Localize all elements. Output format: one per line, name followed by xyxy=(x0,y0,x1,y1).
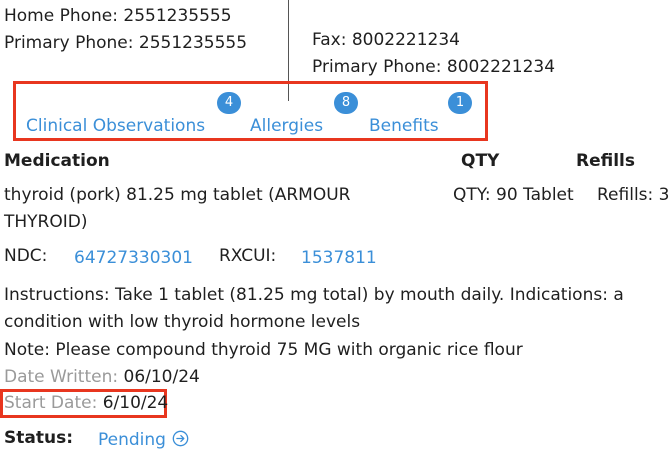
date-written-label: Date Written: xyxy=(4,367,119,387)
arrow-circle-right-icon xyxy=(172,430,189,447)
refills-header: Refills xyxy=(576,151,635,171)
start-date: Start Date: 6/10/24 xyxy=(4,393,168,413)
start-date-value: 6/10/24 xyxy=(102,393,169,413)
instructions-line2: condition with low thyroid hormone level… xyxy=(4,312,361,332)
tab-clinical-observations[interactable]: Clinical Observations xyxy=(26,116,205,136)
tab-allergies-count: 8 xyxy=(334,92,358,114)
status-pending-link[interactable]: Pending xyxy=(98,430,189,450)
medication-note: Note: Please compound thyroid 75 MG with… xyxy=(4,340,523,360)
tab-benefits-count: 1 xyxy=(448,92,472,114)
medication-qty: QTY: 90 Tablet xyxy=(453,185,574,205)
date-written-value: 06/10/24 xyxy=(123,367,200,387)
ndc-link[interactable]: 64727330301 xyxy=(74,248,193,268)
start-date-label: Start Date: xyxy=(4,393,98,413)
ndc-label: NDC: xyxy=(4,246,48,266)
status-value: Pending xyxy=(98,430,166,450)
instructions-line1: Instructions: Take 1 tablet (81.25 mg to… xyxy=(4,285,624,305)
tab-benefits[interactable]: Benefits xyxy=(369,116,439,136)
medication-name-line2: THYROID) xyxy=(4,212,88,232)
date-written: Date Written: 06/10/24 xyxy=(4,367,200,387)
tab-clinical-observations-count: 4 xyxy=(217,92,241,114)
qty-header: QTY xyxy=(461,151,500,171)
primary-phone-secondary: Primary Phone: 8002221234 xyxy=(312,57,556,77)
status-label: Status: xyxy=(4,428,73,448)
rxcui-link[interactable]: 1537811 xyxy=(301,248,377,268)
rxcui-label: RXCUI: xyxy=(219,246,277,266)
tab-allergies[interactable]: Allergies xyxy=(250,116,323,136)
home-phone: Home Phone: 2551235555 xyxy=(4,6,232,26)
medication-name-line1: thyroid (pork) 81.25 mg tablet (ARMOUR xyxy=(4,185,351,205)
primary-phone: Primary Phone: 2551235555 xyxy=(4,33,248,53)
medication-header: Medication xyxy=(4,151,110,171)
medication-refills: Refills: 3 xyxy=(597,185,670,205)
fax-number: Fax: 8002221234 xyxy=(312,30,460,50)
